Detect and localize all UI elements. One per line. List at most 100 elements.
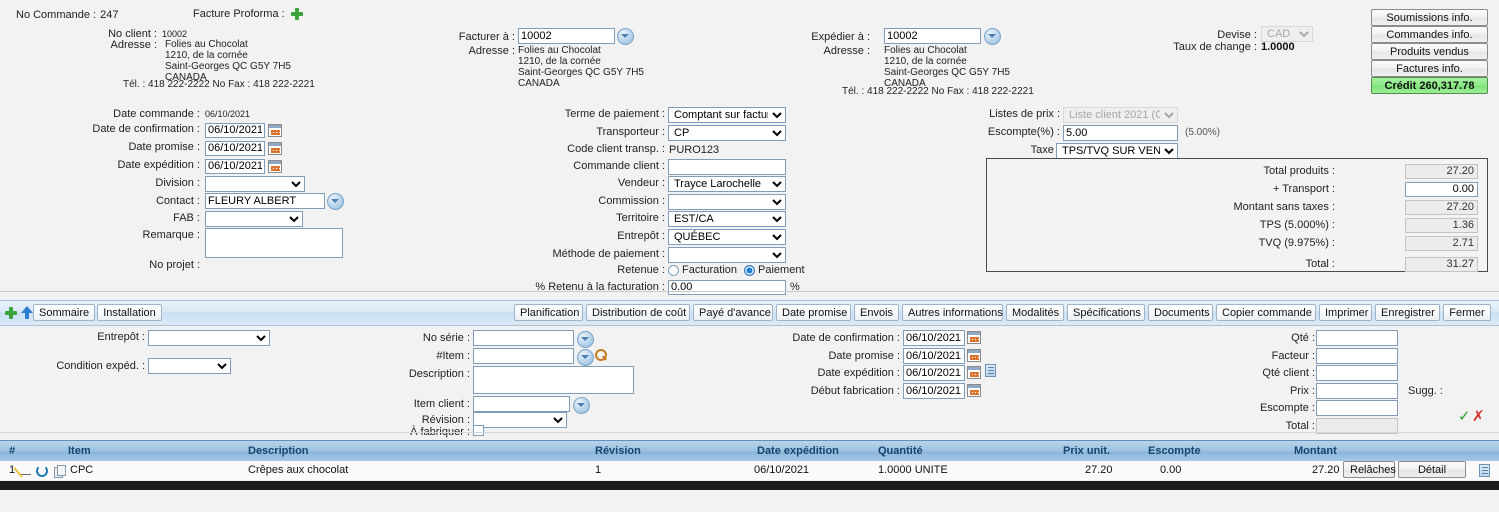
line-date-expedition-input[interactable] (903, 365, 965, 381)
debut-fabrication-input[interactable] (903, 383, 965, 399)
line-date-promise-label: Date promise : (828, 350, 900, 362)
button-autres-informations[interactable]: Autres informations (902, 304, 1003, 321)
retenu-facturation-input[interactable] (668, 280, 786, 295)
description-textarea[interactable] (473, 366, 634, 394)
no-serie-input[interactable] (473, 330, 574, 346)
revision-select[interactable] (473, 412, 567, 428)
button-fermer[interactable]: Fermer (1443, 304, 1491, 321)
row-detail-button[interactable]: Détail (1398, 461, 1466, 478)
button-imprimer[interactable]: Imprimer (1319, 304, 1372, 321)
row-document-icon[interactable] (1479, 464, 1490, 477)
commandes-info-button[interactable]: Commandes info. (1371, 26, 1488, 43)
no-serie-dropdown-icon[interactable] (577, 331, 594, 348)
check-icon[interactable]: ✓ (1458, 407, 1471, 425)
line-escompte-input[interactable] (1316, 400, 1398, 416)
button-modalites[interactable]: Modalités (1006, 304, 1064, 321)
tab-sommaire[interactable]: Sommaire (33, 304, 95, 321)
tab-installation[interactable]: Installation (97, 304, 162, 321)
line-entrepot-label: Entrepôt : (97, 331, 145, 343)
retenue-paiement-radio[interactable] (744, 264, 756, 276)
calendar-icon[interactable] (967, 384, 981, 397)
row-description: Crêpes aux chocolat (248, 464, 349, 476)
button-specifications[interactable]: Spécifications (1067, 304, 1145, 321)
terme-paiement-select[interactable]: Comptant sur facturation (668, 107, 786, 123)
button-documents[interactable]: Documents (1148, 304, 1213, 321)
division-select[interactable] (205, 176, 305, 192)
date-expedition-label-wrap: Date expédition : (70, 159, 200, 171)
line-entrepot-select[interactable] (148, 330, 270, 346)
produits-vendus-button[interactable]: Produits vendus (1371, 43, 1488, 60)
qte-input[interactable] (1316, 330, 1398, 346)
bill-to-input[interactable] (518, 28, 615, 44)
entrepot-select[interactable]: QUÉBEC (668, 229, 786, 245)
calendar-icon[interactable] (967, 331, 981, 344)
retenue-facturation-radio[interactable] (668, 264, 679, 276)
date-confirmation-input[interactable] (205, 123, 265, 138)
escompte-input[interactable] (1063, 125, 1178, 141)
plus-icon[interactable] (290, 8, 303, 20)
item-client-dropdown-icon[interactable] (573, 397, 590, 414)
item-client-input[interactable] (473, 396, 570, 412)
button-paye-avance[interactable]: Payé d'avance (693, 304, 773, 321)
a-fabriquer-checkbox[interactable] (473, 425, 484, 436)
button-envois[interactable]: Envois (854, 304, 899, 321)
edit-pencil-icon[interactable] (20, 465, 31, 476)
soumissions-info-button[interactable]: Soumissions info. (1371, 9, 1488, 26)
transporteur-select[interactable]: CP (668, 125, 786, 141)
retenue-radio-group: Facturation Paiement (668, 264, 805, 276)
calendar-icon[interactable] (268, 124, 282, 137)
button-copier-commande[interactable]: Copier commande (1216, 304, 1316, 321)
contact-input[interactable] (205, 193, 325, 209)
line-date-confirmation-input[interactable] (903, 330, 965, 346)
plus-icon[interactable] (5, 307, 17, 319)
bill-to-label: Facturer à : (458, 31, 515, 43)
fab-select[interactable] (205, 211, 303, 227)
ship-to-input[interactable] (884, 28, 981, 44)
remarque-textarea[interactable] (205, 228, 343, 258)
devise-select[interactable]: CAD (1261, 26, 1313, 42)
calendar-icon[interactable] (967, 349, 981, 362)
commande-client-input[interactable] (668, 159, 786, 175)
facteur-input[interactable] (1316, 348, 1398, 364)
calendar-icon[interactable] (967, 366, 981, 379)
table-row[interactable]: 1 CPC Crêpes aux chocolat 1 06/10/2021 1… (0, 461, 1499, 480)
listes-prix-select[interactable]: Liste client 2021 (CAD) (1063, 107, 1178, 123)
transport-input[interactable] (1405, 182, 1478, 197)
facteur-label: Facteur : (1271, 350, 1315, 362)
commission-select[interactable] (668, 194, 786, 210)
copy-icon[interactable] (54, 465, 66, 478)
button-enregistrer[interactable]: Enregistrer (1375, 304, 1440, 321)
taxe-select[interactable]: TPS/TVQ SUR VENTE (1056, 143, 1178, 159)
credit-button[interactable]: Crédit 260,317.78 (1371, 77, 1488, 94)
arrow-up-icon[interactable] (21, 306, 33, 319)
button-distribution-cout[interactable]: Distribution de coût (586, 304, 690, 321)
schedule-document-icon[interactable] (985, 364, 996, 377)
contact-dropdown-icon[interactable] (327, 193, 344, 210)
item-dropdown-icon[interactable] (577, 349, 594, 366)
button-date-promise[interactable]: Date promise (776, 304, 851, 321)
vendeur-select[interactable]: Trayce Larochelle (668, 176, 786, 192)
button-planification[interactable]: Planification (514, 304, 583, 321)
line-escompte-label: Escompte : (1259, 402, 1315, 414)
division-label: Division : (155, 177, 200, 189)
bill-to-dropdown-icon[interactable] (617, 28, 634, 45)
date-promise-input[interactable] (205, 141, 265, 156)
search-icon[interactable] (595, 349, 608, 362)
order-number-group: No Commande : 247 (16, 9, 118, 21)
condition-exped-select[interactable] (148, 358, 231, 374)
prix-input[interactable] (1316, 383, 1398, 399)
qte-client-input[interactable] (1316, 365, 1398, 381)
row-relaches-button[interactable]: Relâches (1343, 461, 1396, 478)
escompte-label: Escompte(%) : (987, 126, 1060, 138)
item-input[interactable] (473, 348, 574, 364)
ship-to-dropdown-icon[interactable] (984, 28, 1001, 45)
methode-paiement-select[interactable] (668, 247, 786, 263)
date-expedition-input[interactable] (205, 159, 265, 174)
calendar-icon[interactable] (268, 142, 282, 155)
factures-info-button[interactable]: Factures info. (1371, 60, 1488, 77)
cross-icon[interactable]: ✗ (1472, 407, 1485, 425)
refresh-icon[interactable] (36, 465, 48, 477)
calendar-icon[interactable] (268, 160, 282, 173)
line-date-promise-input[interactable] (903, 348, 965, 364)
territoire-select[interactable]: EST/CA (668, 211, 786, 227)
